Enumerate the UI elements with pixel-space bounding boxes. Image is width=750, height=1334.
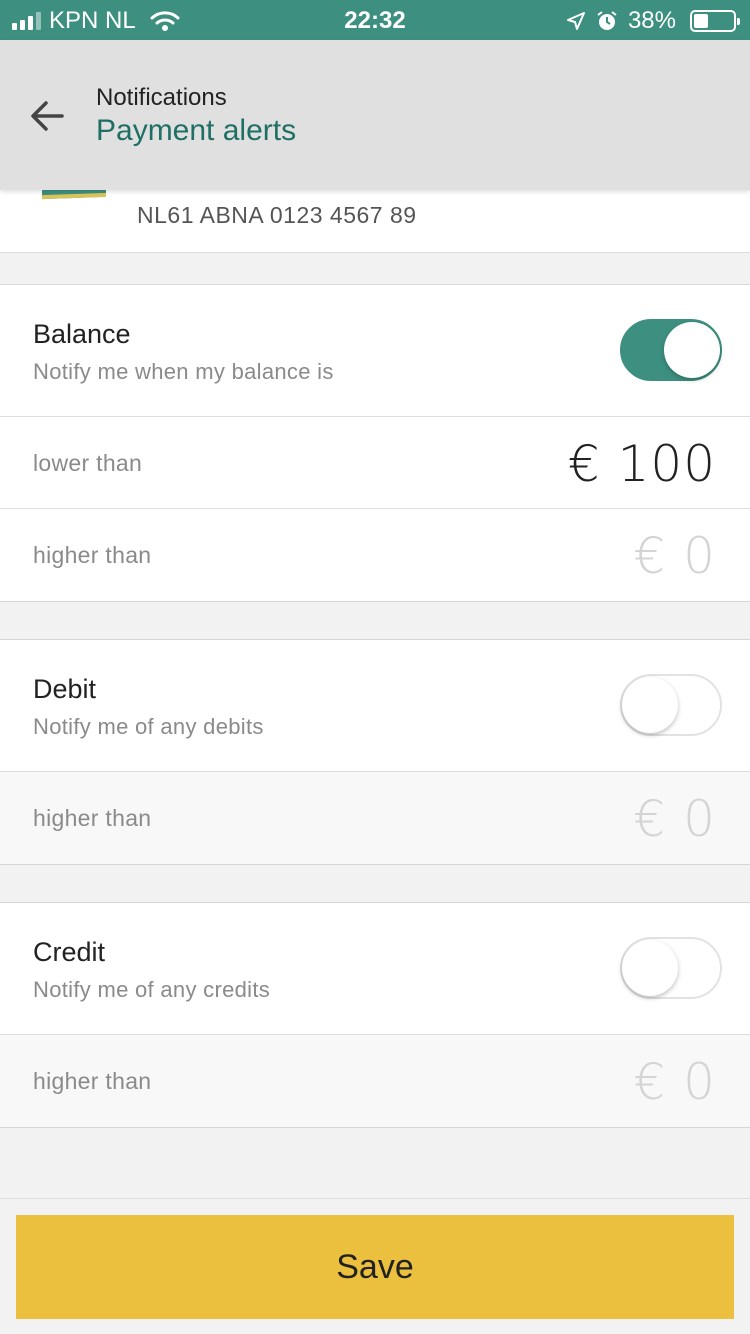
higher-than-amount[interactable]: € 0 [633, 527, 716, 585]
app-header: Notifications Payment alerts [0, 40, 750, 190]
credit-toggle[interactable] [620, 937, 722, 999]
balance-section: Balance Notify me when my balance is low… [0, 284, 750, 602]
credit-header-row: Credit Notify me of any credits [0, 903, 750, 1035]
higher-than-label: higher than [33, 1068, 152, 1094]
balance-toggle[interactable] [620, 319, 722, 381]
toggle-knob [622, 940, 678, 996]
debit-header-row: Debit Notify me of any debits [0, 640, 750, 772]
page-title: Payment alerts [96, 114, 297, 147]
status-right: 38% [566, 7, 740, 35]
credit-section: Credit Notify me of any credits higher t… [0, 902, 750, 1128]
lower-than-amount[interactable]: € 100 [568, 435, 716, 493]
balance-label: Balance [33, 319, 131, 349]
debit-higher-row[interactable]: higher than € 0 [0, 772, 750, 864]
save-button[interactable]: Save [16, 1215, 734, 1319]
higher-than-amount[interactable]: € 0 [633, 790, 716, 848]
toggle-knob [664, 322, 720, 378]
header-subtitle: Notifications [96, 84, 227, 111]
debit-toggle[interactable] [620, 674, 722, 736]
credit-higher-row[interactable]: higher than € 0 [0, 1035, 750, 1127]
debit-label: Debit [33, 674, 97, 704]
status-left: KPN NL [12, 7, 180, 35]
footer-bar: Save [0, 1198, 750, 1334]
status-bar: KPN NL 22:32 38% [0, 0, 750, 40]
credit-label: Credit [33, 937, 106, 967]
balance-lower-row[interactable]: lower than € 100 [0, 417, 750, 509]
wifi-icon [150, 11, 180, 31]
debit-description: Notify me of any debits [33, 714, 264, 739]
account-number: NL61 ABNA 0123 4567 89 [137, 202, 417, 228]
balance-description: Notify me when my balance is [33, 359, 334, 384]
location-arrow-icon [566, 12, 585, 30]
battery-percent: 38% [627, 7, 676, 34]
higher-than-amount[interactable]: € 0 [633, 1053, 716, 1111]
balance-higher-row[interactable]: higher than € 0 [0, 509, 750, 601]
battery-icon [690, 10, 740, 32]
higher-than-label: higher than [33, 542, 152, 568]
alarm-icon [597, 11, 617, 30]
carrier-name: KPN NL [49, 7, 136, 34]
balance-header-row: Balance Notify me when my balance is [0, 285, 750, 417]
toggle-knob [622, 677, 678, 733]
lower-than-label: lower than [33, 450, 143, 476]
debit-section: Debit Notify me of any debits higher tha… [0, 639, 750, 865]
signal-icon [12, 12, 41, 30]
credit-description: Notify me of any credits [33, 977, 271, 1002]
higher-than-label: higher than [33, 805, 152, 831]
back-arrow-icon[interactable] [26, 94, 70, 138]
